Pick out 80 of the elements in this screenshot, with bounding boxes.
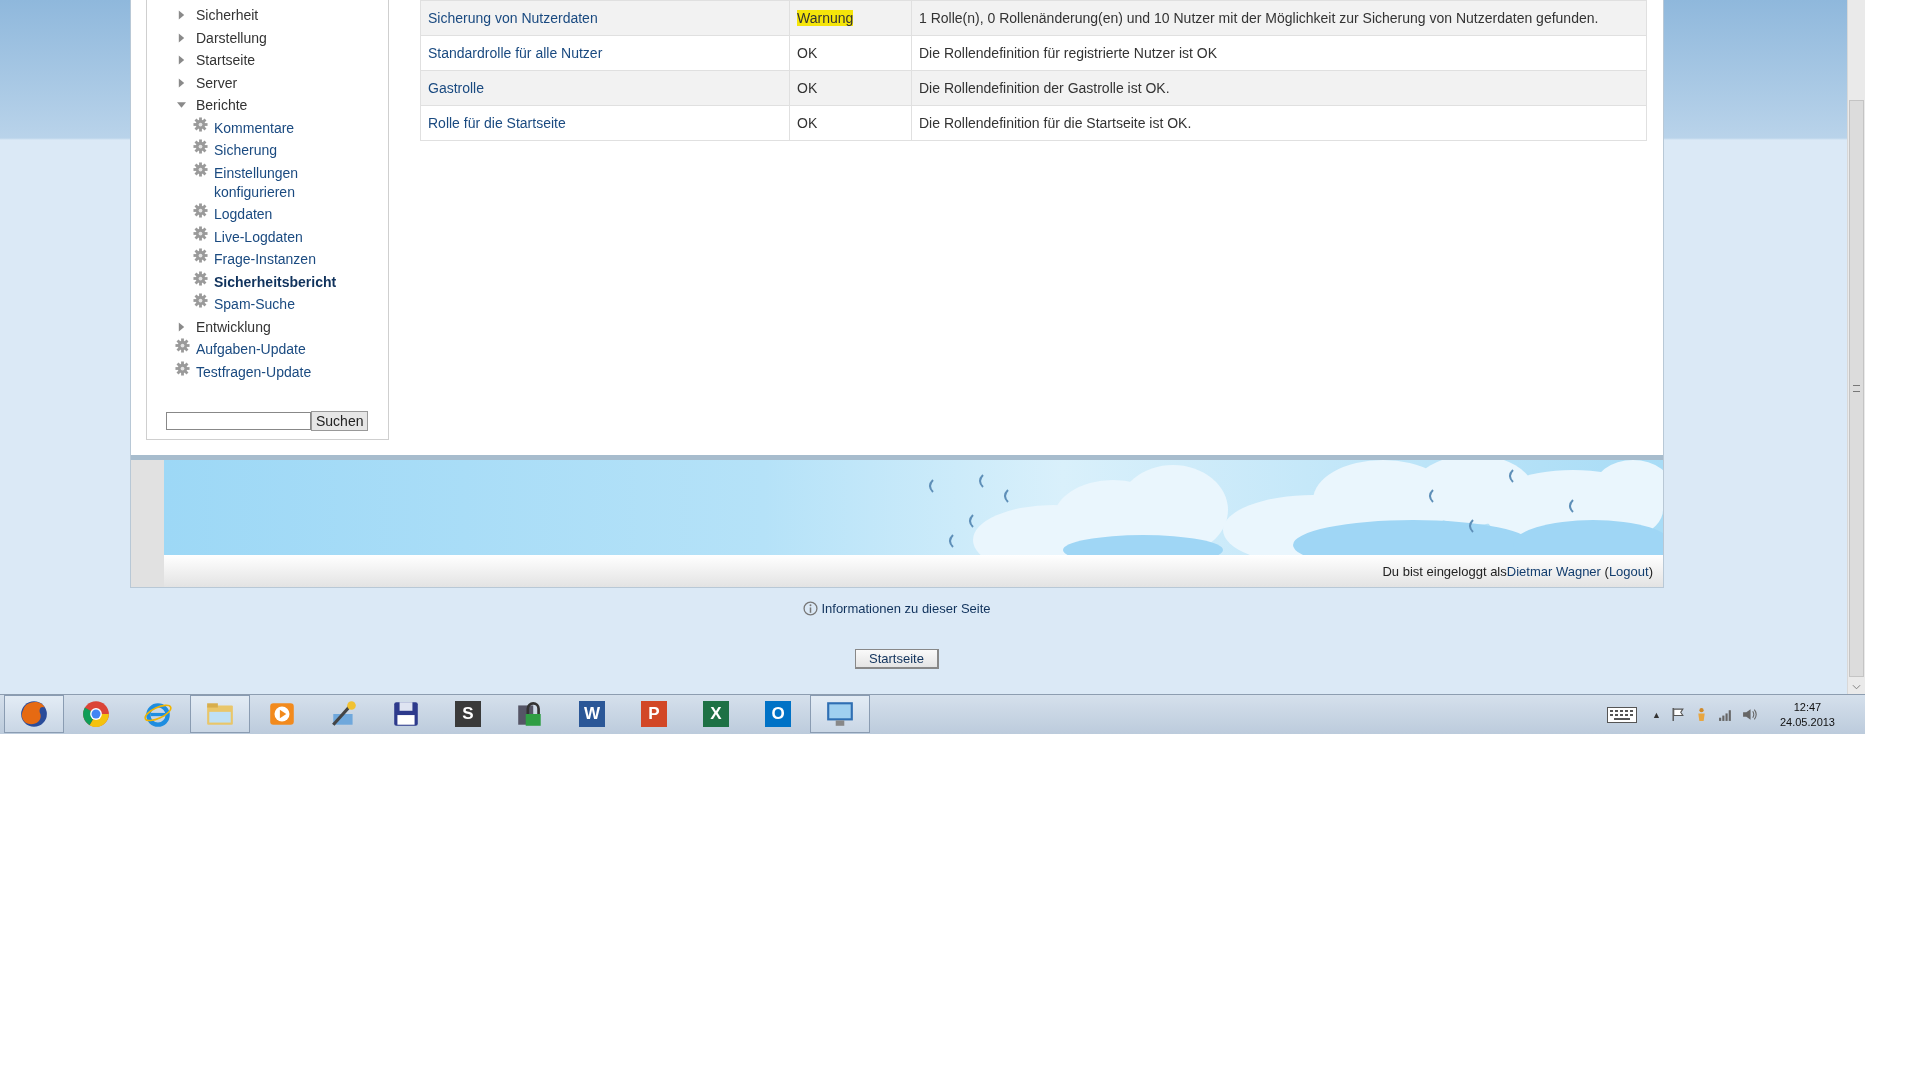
collapsed-triangle-icon[interactable] — [177, 321, 186, 332]
gear-icon — [193, 116, 208, 132]
issue-link[interactable]: Rolle für die Startseite — [428, 115, 566, 131]
letter-tile-icon: X — [703, 701, 729, 727]
scroll-down-icon[interactable] — [1852, 684, 1861, 690]
taskbar-button[interactable] — [4, 695, 64, 733]
globe-icon — [19, 699, 49, 729]
tree-page-link[interactable]: Live-Logdaten — [214, 227, 303, 247]
info-icon — [803, 601, 819, 616]
gear-icon — [193, 225, 208, 241]
tree-folder-label[interactable]: Sicherheit — [196, 6, 259, 25]
taskbar-button[interactable]: W — [562, 695, 622, 733]
collapsed-triangle-icon[interactable] — [177, 55, 186, 65]
letter-tile-icon: S — [455, 701, 481, 727]
gear-icon — [175, 360, 190, 376]
issue-link[interactable]: Sicherung von Nutzerdaten — [428, 10, 598, 26]
scrollbar[interactable] — [1847, 0, 1865, 694]
tree-folder-label[interactable]: Entwicklung — [196, 317, 271, 337]
tree-page-link[interactable]: Einstellungen konfigurieren — [214, 163, 354, 202]
taskbar-button[interactable]: S — [438, 695, 498, 733]
gear-icon — [193, 248, 208, 263]
home-button[interactable]: Startseite — [855, 649, 939, 669]
signal-icon[interactable] — [1717, 707, 1733, 722]
info-link[interactable]: Informationen zu dieser Seite — [821, 601, 991, 616]
table-cell: Die Rollendefinition für registrierte Nutzer ist OK — [911, 35, 1647, 71]
taskbar-button[interactable] — [810, 695, 870, 733]
status-text: Warnung — [797, 10, 854, 26]
status-text: OK — [797, 45, 818, 61]
monitor-icon — [825, 699, 855, 729]
logout-link[interactable]: Logout — [1608, 563, 1649, 579]
expanded-triangle-icon[interactable] — [177, 100, 186, 110]
scrollbar-thumb[interactable] — [1849, 100, 1864, 677]
table-cell: Die Rollendefinition der Gastrolle ist OK. — [911, 70, 1647, 106]
table-cell: Die Rollendefinition für die Startseite ist OK. — [911, 105, 1647, 141]
tricolor-ring-icon — [81, 699, 111, 729]
tree-folder-label[interactable]: Server — [196, 73, 238, 93]
tree-page-link[interactable]: Spam-Suche — [214, 295, 295, 314]
user-link[interactable]: Dietmar Wagner — [1506, 563, 1601, 579]
gear-icon — [193, 161, 208, 177]
collapsed-triangle-icon[interactable] — [177, 10, 186, 20]
tree-folder-label[interactable]: Startseite — [196, 51, 256, 70]
gear-icon — [193, 270, 208, 286]
collapsed-triangle-icon[interactable] — [177, 32, 186, 43]
speaker-icon[interactable] — [1741, 707, 1757, 722]
tree-page-link[interactable]: Frage-Instanzen — [214, 250, 316, 269]
tools-icon — [329, 699, 359, 729]
tree-page-link[interactable]: Sicherheitsbericht — [214, 272, 337, 292]
paren-text: ( — [1604, 563, 1609, 579]
collapsed-triangle-icon[interactable] — [177, 77, 186, 88]
tree-page-link[interactable]: Kommentare — [214, 118, 295, 138]
taskbar-button[interactable]: P — [624, 695, 684, 733]
taskbar-button[interactable]: X — [686, 695, 746, 733]
issue-link[interactable]: Standardrolle für alle Nutzer — [428, 45, 603, 61]
letter-tile-icon: P — [641, 701, 667, 727]
status-text: OK — [797, 80, 818, 96]
tree-page-link[interactable]: Testfragen-Update — [196, 362, 312, 382]
tray-expand-button[interactable]: ▲ — [1652, 709, 1661, 720]
gear-icon — [193, 139, 208, 154]
tree-folder-label[interactable]: Darstellung — [196, 28, 267, 48]
date-text: 24.05.2013 — [1779, 714, 1835, 730]
tree-page-link[interactable]: Logdaten — [214, 205, 273, 224]
clock[interactable]: 12:47 24.05.2013 — [1779, 699, 1835, 730]
table-cell: 1 Rolle(n), 0 Rollenänderung(en) und 10 Nutzer mit der Möglichkeit zur Sicherung von Nutzerdaten gefunden. — [911, 0, 1647, 36]
search-field[interactable] — [166, 412, 311, 430]
letter-tile-icon: W — [579, 701, 605, 727]
login-text: Du bist eingeloggt als — [1382, 563, 1507, 579]
time-text: 12:47 — [1793, 699, 1822, 715]
tree-page-link[interactable]: Sicherung — [214, 141, 278, 160]
gear-icon — [193, 293, 208, 308]
paren-text: ) — [1648, 563, 1653, 579]
keyboard-icon[interactable] — [1607, 706, 1637, 723]
gear-icon — [175, 338, 190, 353]
status-text: OK — [797, 115, 818, 131]
search-button[interactable]: Suchen — [311, 411, 369, 431]
taskbar-button[interactable]: O — [748, 695, 808, 733]
gear-icon — [193, 203, 208, 218]
issue-link[interactable]: Gastrolle — [428, 80, 485, 96]
letter-tile-icon: O — [765, 701, 791, 727]
tree-folder-label[interactable]: Berichte — [196, 96, 248, 115]
tree-page-link[interactable]: Aufgaben-Update — [196, 340, 306, 359]
